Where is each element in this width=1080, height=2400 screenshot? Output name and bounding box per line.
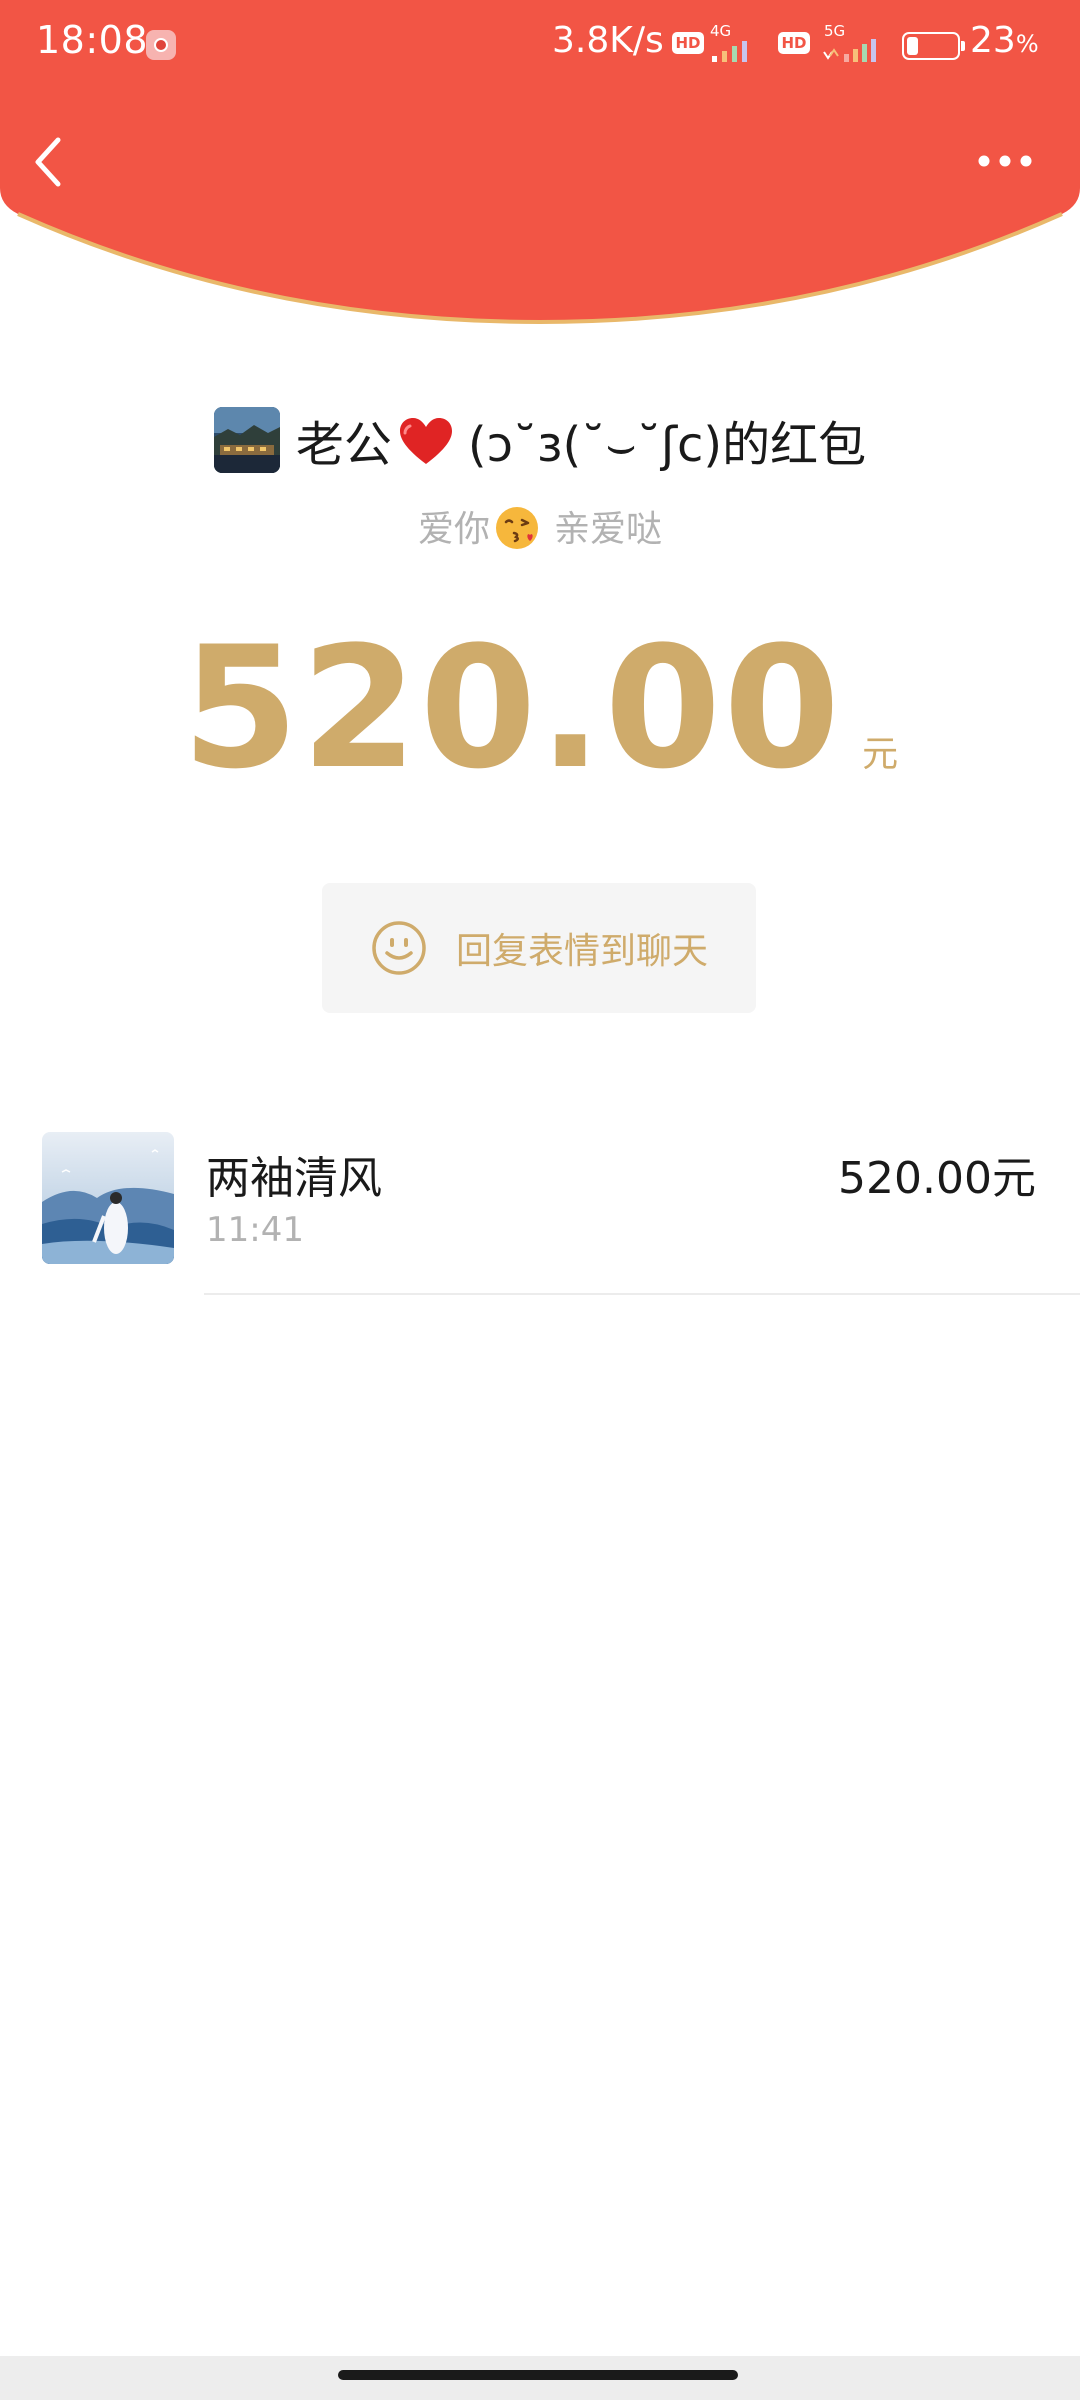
home-indicator[interactable] <box>338 2370 738 2380</box>
receiver-avatar <box>42 1132 174 1264</box>
sim2-signal: HD 5G <box>778 22 888 64</box>
signal-bars-icon <box>712 41 747 62</box>
gesture-bar-area <box>0 2356 1080 2400</box>
smile-face-icon <box>372 921 426 975</box>
hd-badge: HD <box>672 32 704 54</box>
battery-percentage: 23% <box>970 20 1039 61</box>
more-options-button[interactable] <box>970 130 1040 190</box>
sender-avatar <box>213 407 280 473</box>
status-time: 18:08 <box>36 18 149 62</box>
receiver-time: 11:41 <box>206 1210 304 1250</box>
screen-record-icon <box>146 30 176 60</box>
reply-emoji-label: 回复表情到聊天 <box>455 931 708 972</box>
blessing-message: 爱你 亲爱哒 <box>0 500 1080 552</box>
amount-unit: 元 <box>862 734 899 775</box>
divider <box>204 1293 1080 1295</box>
status-bar: 18:08 3.8K/s HD 4G HD 5G 23% <box>0 0 1080 90</box>
receiver-name: 两袖清风 <box>206 1153 382 1204</box>
receiver-amount: 520.00元 <box>838 1153 1036 1204</box>
red-packet-detail-screen: 18:08 3.8K/s HD 4G HD 5G 23% 老公 (ɔ˘з(˘⌣˘… <box>0 0 1080 2400</box>
sender-title-text: 老公 (ɔ˘з(˘⌣˘ʃc)的红包 <box>295 417 867 473</box>
back-button[interactable] <box>20 120 80 200</box>
more-dots-icon <box>978 155 1032 167</box>
sim1-signal: HD 4G <box>672 22 762 64</box>
signal-bars-icon <box>823 39 876 62</box>
chevron-left-icon <box>35 137 61 187</box>
battery-icon <box>902 32 965 60</box>
red-heart-icon <box>399 418 452 464</box>
receiver-list-item[interactable]: 两袖清风 11:41 520.00元 <box>0 1120 1080 1295</box>
kissing-face-icon <box>496 507 538 549</box>
reply-emoji-button[interactable]: 回复表情到聊天 <box>322 883 756 1013</box>
amount-value: 520.00 <box>181 610 843 806</box>
network-speed: 3.8K/s <box>552 20 664 61</box>
amount-display: 520.00 元 <box>0 610 1080 806</box>
hd-badge: HD <box>778 32 810 54</box>
red-packet-title: 老公 (ɔ˘з(˘⌣˘ʃc)的红包 <box>0 405 1080 475</box>
